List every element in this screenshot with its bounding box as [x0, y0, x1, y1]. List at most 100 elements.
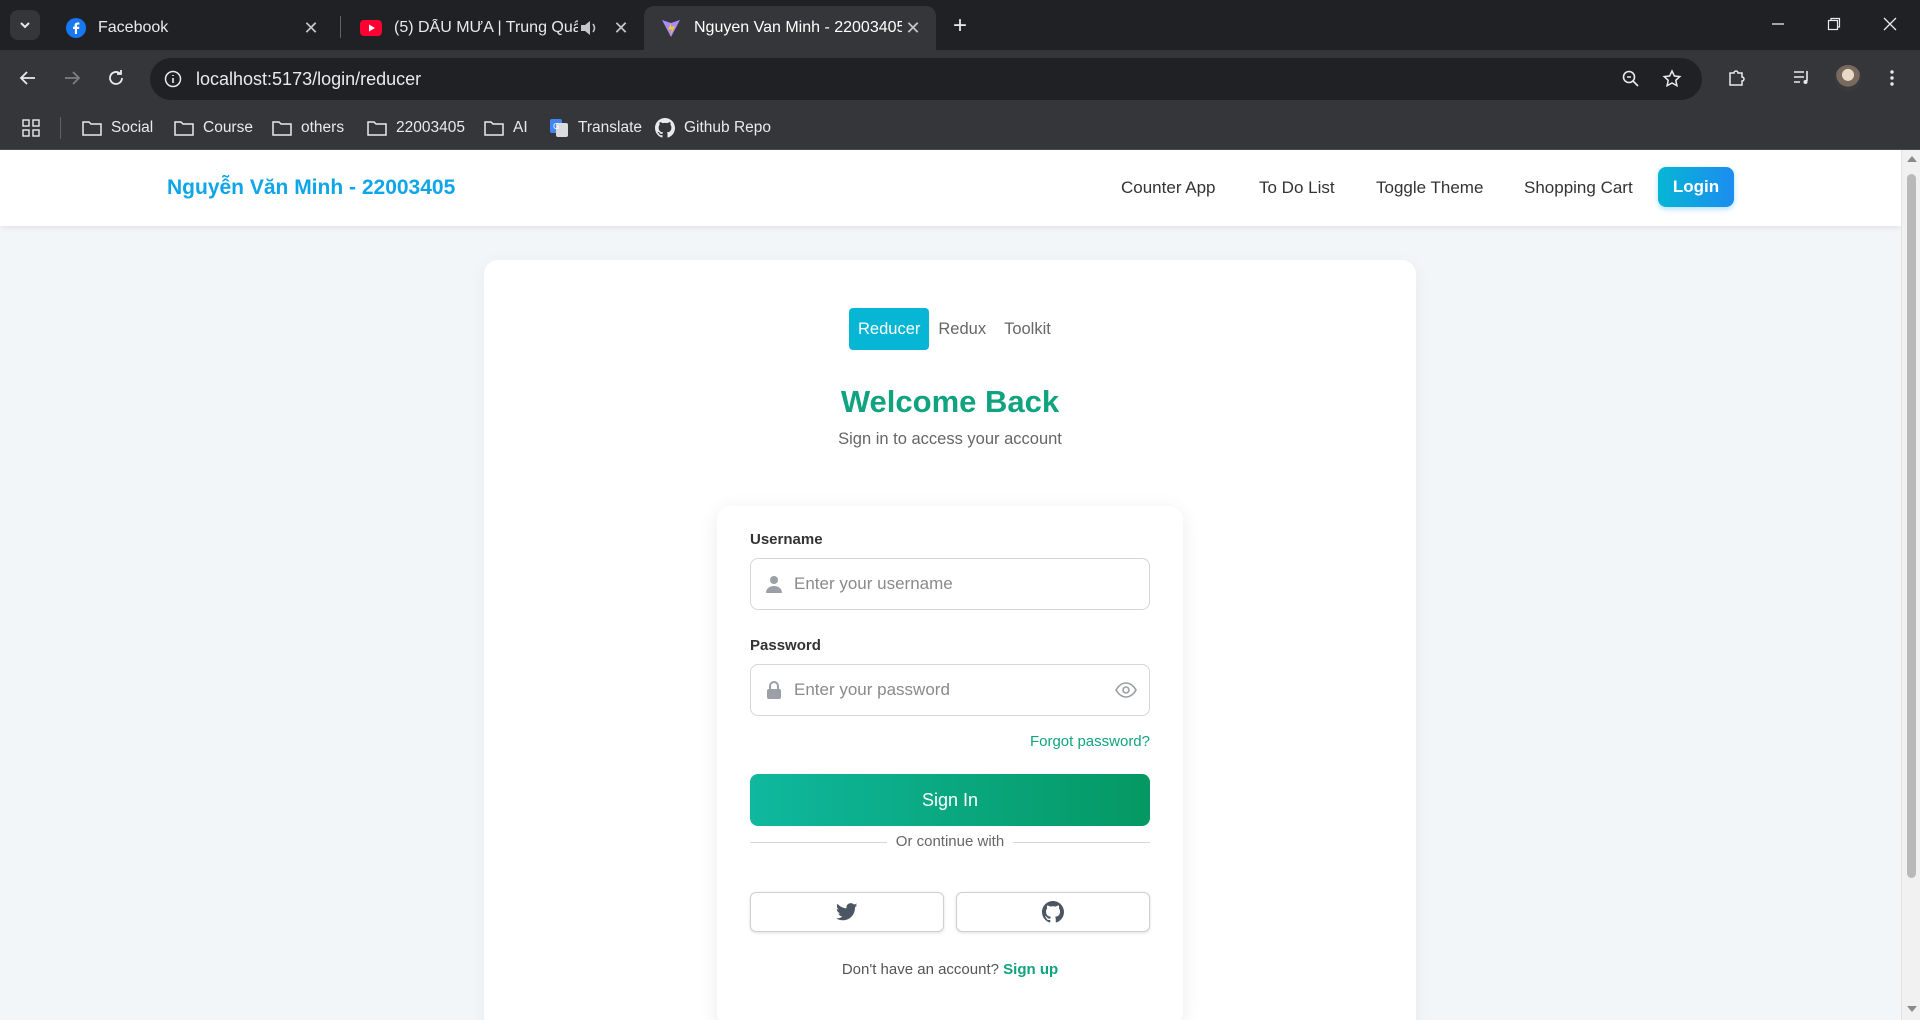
- forgot-password-link[interactable]: Forgot password?: [1030, 733, 1150, 750]
- arrow-right-icon: [65, 71, 81, 85]
- page-title: Welcome Back: [840, 384, 1060, 419]
- page-viewport: Nguyễn Văn Minh - 22003405 Counter App T…: [0, 150, 1901, 1020]
- bookmarks-separator: [60, 117, 61, 139]
- no-account-text: Don't have an account?: [841, 961, 999, 978]
- password-field[interactable]: Enter your password: [750, 664, 1150, 716]
- nav-link-todo-list[interactable]: To Do List: [1259, 178, 1335, 198]
- svg-text:G: G: [553, 122, 559, 131]
- profile-button[interactable]: [1830, 60, 1866, 96]
- switch-redux[interactable]: Redux: [929, 308, 995, 350]
- tab-active-login[interactable]: Nguyen Van Minh - 22003405 ✕: [644, 6, 936, 50]
- reload-button[interactable]: [98, 60, 134, 96]
- forward-button[interactable]: [54, 60, 90, 96]
- scroll-up-arrow-icon[interactable]: [1907, 156, 1917, 162]
- media-controls-button[interactable]: [1784, 60, 1820, 96]
- username-label: Username: [750, 531, 823, 548]
- folder-icon: [174, 121, 194, 136]
- folder-icon: [82, 121, 102, 136]
- media-queue-icon: [1794, 71, 1808, 84]
- tab-search-button[interactable]: [10, 10, 40, 40]
- chevron-down-icon: [20, 22, 30, 29]
- tab-title: (5) DẤU MƯA | Trung Quân: [394, 19, 578, 36]
- site-info-icon[interactable]: [158, 64, 188, 94]
- bookmark-label: Github Repo: [684, 119, 772, 136]
- bookmark-others[interactable]: others: [272, 114, 344, 142]
- puzzle-icon: [1729, 70, 1745, 86]
- page-subtitle: Sign in to access your account: [838, 430, 1062, 448]
- zoom-icon[interactable]: [1616, 64, 1646, 94]
- extensions-button[interactable]: [1718, 60, 1754, 96]
- browser-toolbar: localhost:5173/login/reducer: [0, 50, 1920, 106]
- youtube-icon: [360, 20, 382, 36]
- tab-title: Nguyen Van Minh - 22003405: [694, 19, 902, 36]
- folder-icon: [367, 121, 387, 136]
- sign-up-link[interactable]: Sign up: [1003, 961, 1058, 978]
- google-translate-icon: G: [550, 119, 568, 137]
- github-login-button[interactable]: [956, 892, 1150, 932]
- sign-in-button[interactable]: Sign In: [750, 774, 1150, 826]
- apps-button[interactable]: [22, 114, 40, 142]
- eye-icon[interactable]: [1115, 681, 1137, 699]
- switch-toolkit[interactable]: Toolkit: [995, 308, 1060, 350]
- facebook-icon: [66, 18, 86, 38]
- bookmark-label: Social: [111, 119, 154, 136]
- bookmark-label: 22003405: [396, 119, 465, 136]
- site-brand[interactable]: Nguyễn Văn Minh - 22003405: [167, 176, 455, 200]
- bookmark-label: Translate: [578, 119, 643, 136]
- tab-facebook[interactable]: Facebook ✕: [50, 6, 334, 50]
- minimize-button[interactable]: [1750, 0, 1806, 48]
- close-window-button[interactable]: [1862, 0, 1918, 48]
- tab-title: Facebook: [98, 19, 169, 36]
- bookmark-ai[interactable]: AI: [484, 114, 528, 142]
- close-tab-icon[interactable]: ✕: [610, 17, 632, 39]
- close-icon: [1883, 17, 1897, 31]
- vite-icon: [662, 20, 680, 37]
- password-label: Password: [750, 637, 821, 654]
- back-button[interactable]: [10, 60, 46, 96]
- nav-link-counter-app[interactable]: Counter App: [1121, 178, 1216, 198]
- browser-tabstrip: Facebook ✕ (5) DẤU MƯA | Trung Quân ✕ Ng…: [0, 0, 1920, 50]
- bookmarks-bar: Social Course others 22003405 AI G Trans…: [0, 106, 1920, 150]
- site-navbar: Nguyễn Văn Minh - 22003405 Counter App T…: [0, 150, 1901, 226]
- speaker-icon[interactable]: [578, 19, 600, 37]
- nav-link-toggle-theme[interactable]: Toggle Theme: [1376, 178, 1483, 198]
- new-tab-button[interactable]: +: [946, 12, 974, 40]
- arrow-left-icon: [19, 71, 35, 85]
- apps-grid-icon: [22, 119, 40, 137]
- login-button[interactable]: Login: [1658, 167, 1734, 207]
- bookmark-social[interactable]: Social: [82, 114, 153, 142]
- lock-icon: [767, 681, 781, 699]
- restore-button[interactable]: [1806, 0, 1862, 48]
- bookmark-label: Course: [203, 119, 253, 136]
- nav-link-shopping-cart[interactable]: Shopping Cart: [1524, 178, 1633, 198]
- folder-icon: [484, 121, 504, 136]
- minimize-icon: [1772, 23, 1784, 25]
- close-tab-icon[interactable]: ✕: [300, 17, 322, 39]
- bookmark-star-icon[interactable]: [1657, 64, 1687, 94]
- scrollbar-thumb[interactable]: [1907, 174, 1916, 878]
- tab-separator: [340, 16, 341, 38]
- close-tab-icon[interactable]: ✕: [902, 17, 924, 39]
- reload-icon: [109, 70, 123, 85]
- username-placeholder: Enter your username: [794, 574, 953, 593]
- login-form: Username Enter your username Password En…: [717, 506, 1183, 1020]
- switch-reducer[interactable]: Reducer: [849, 308, 930, 350]
- twitter-login-button[interactable]: [750, 892, 944, 932]
- login-card: Reducer Redux Toolkit Welcome Back Sign …: [484, 260, 1416, 1020]
- tab-youtube[interactable]: (5) DẤU MƯA | Trung Quân ✕: [344, 6, 644, 50]
- bookmark-label: others: [301, 119, 345, 136]
- bookmark-course[interactable]: Course: [174, 114, 253, 142]
- user-icon: [766, 576, 782, 593]
- github-icon: [1042, 901, 1064, 923]
- page-scrollbar[interactable]: [1901, 150, 1920, 1020]
- bookmark-22003405[interactable]: 22003405: [367, 114, 465, 142]
- divider-line: [1013, 842, 1150, 843]
- github-icon: [655, 118, 675, 138]
- signup-row: Don't have an account? Sign up: [717, 961, 1183, 978]
- bookmark-github-repo[interactable]: Github Repo: [655, 114, 771, 142]
- address-bar[interactable]: localhost:5173/login/reducer: [150, 58, 1702, 100]
- scroll-down-arrow-icon[interactable]: [1907, 1006, 1917, 1012]
- username-field[interactable]: Enter your username: [750, 558, 1150, 610]
- browser-menu-button[interactable]: [1874, 60, 1910, 96]
- bookmark-translate[interactable]: G Translate: [549, 114, 642, 142]
